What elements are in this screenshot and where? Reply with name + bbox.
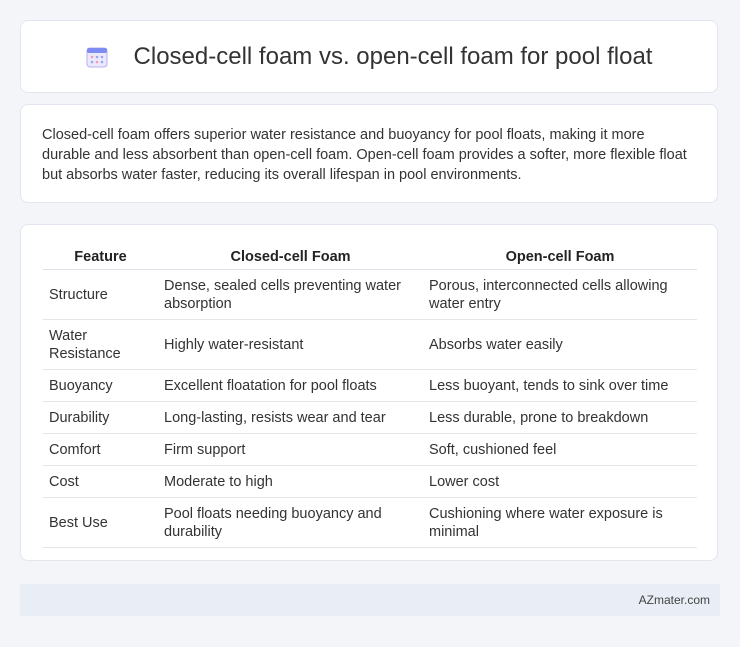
table-row: Buoyancy Excellent floatation for pool f… bbox=[43, 369, 697, 402]
feature-cell: Best Use bbox=[43, 497, 158, 548]
closed-cell-value: Highly water-resistant bbox=[158, 319, 423, 370]
feature-cell: Cost bbox=[43, 465, 158, 498]
table-row: Cost Moderate to high Lower cost bbox=[43, 465, 697, 498]
open-cell-value: Soft, cushioned feel bbox=[423, 433, 697, 466]
feature-cell: Buoyancy bbox=[43, 369, 158, 402]
open-cell-value: Less buoyant, tends to sink over time bbox=[423, 369, 697, 402]
comparison-table: Feature Closed-cell Foam Open-cell Foam … bbox=[43, 244, 697, 548]
closed-cell-value: Excellent floatation for pool floats bbox=[158, 369, 423, 402]
open-cell-value: Absorbs water easily bbox=[423, 319, 697, 370]
header-feature: Feature bbox=[43, 244, 158, 270]
open-cell-value: Less durable, prone to breakdown bbox=[423, 401, 697, 434]
summary-text: Closed-cell foam offers superior water r… bbox=[42, 127, 687, 183]
header-closed-cell: Closed-cell Foam bbox=[158, 244, 423, 270]
table-row: Water Resistance Highly water-resistant … bbox=[43, 319, 697, 370]
table-header-row: Feature Closed-cell Foam Open-cell Foam bbox=[43, 244, 697, 270]
closed-cell-value: Moderate to high bbox=[158, 465, 423, 498]
closed-cell-value: Firm support bbox=[158, 433, 423, 466]
open-cell-value: Porous, interconnected cells allowing wa… bbox=[423, 269, 697, 320]
closed-cell-value: Pool floats needing buoyancy and durabil… bbox=[158, 497, 423, 548]
summary-card: Closed-cell foam offers superior water r… bbox=[20, 104, 718, 203]
table-row: Comfort Firm support Soft, cushioned fee… bbox=[43, 433, 697, 466]
feature-cell: Water Resistance bbox=[43, 319, 158, 370]
header-open-cell: Open-cell Foam bbox=[423, 244, 697, 270]
feature-cell: Durability bbox=[43, 401, 158, 434]
closed-cell-value: Long-lasting, resists wear and tear bbox=[158, 401, 423, 434]
open-cell-value: Cushioning where water exposure is minim… bbox=[423, 497, 697, 548]
calendar-icon bbox=[86, 46, 108, 68]
feature-cell: Structure bbox=[43, 269, 158, 320]
footer-bar: AZmater.com bbox=[20, 584, 720, 616]
table-row: Structure Dense, sealed cells preventing… bbox=[43, 269, 697, 320]
table-row: Durability Long-lasting, resists wear an… bbox=[43, 401, 697, 434]
feature-cell: Comfort bbox=[43, 433, 158, 466]
page-title: Closed-cell foam vs. open-cell foam for … bbox=[133, 42, 653, 70]
footer-brand: AZmater.com bbox=[638, 593, 710, 607]
title-card: Closed-cell foam vs. open-cell foam for … bbox=[20, 20, 718, 93]
closed-cell-value: Dense, sealed cells preventing water abs… bbox=[158, 269, 423, 320]
open-cell-value: Lower cost bbox=[423, 465, 697, 498]
table-row: Best Use Pool floats needing buoyancy an… bbox=[43, 497, 697, 548]
comparison-card: Feature Closed-cell Foam Open-cell Foam … bbox=[20, 224, 718, 561]
